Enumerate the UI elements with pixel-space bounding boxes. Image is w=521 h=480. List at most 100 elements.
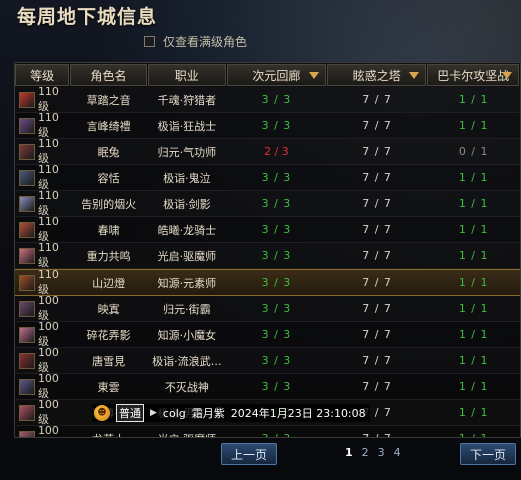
page-1-link[interactable]: 1	[345, 446, 353, 462]
dungeon-1-cell: 3 / 3	[226, 296, 327, 321]
dropdown-arrow-icon[interactable]	[309, 72, 320, 79]
header-dungeon-1[interactable]: 次元回廊	[226, 64, 327, 86]
dungeon-1-text: 3 / 3	[261, 223, 292, 236]
page-title: 每周地下城信息	[17, 6, 158, 28]
level-cell: 100级	[15, 320, 70, 348]
full-level-filter[interactable]: 仅查看满级角色	[144, 33, 247, 49]
dungeon-1-text: 3 / 3	[261, 119, 292, 132]
table-row[interactable]: 110级 眠兔 归元·气功师 2 / 3 7 / 7 0 / 1	[15, 137, 520, 165]
dungeon-3-text: 1 / 1	[458, 354, 489, 367]
dropdown-arrow-icon[interactable]	[409, 72, 420, 79]
table-row[interactable]: 100级 東雲 不灭战神 3 / 3 7 / 7 1 / 1	[15, 372, 520, 400]
dungeon-1-cell: 3 / 3	[226, 374, 327, 399]
dungeon-3-cell: 1 / 1	[427, 374, 520, 399]
table-row[interactable]: 110级 草踏之音 千魂·狩猎者 3 / 3 7 / 7 1 / 1	[15, 85, 520, 113]
dungeon-3-text: 1 / 1	[458, 249, 489, 262]
job-text: 知源·小魔女	[157, 328, 217, 342]
level-text: 100级	[37, 424, 59, 437]
job-text: 千魂·狩猎者	[157, 93, 217, 107]
character-name-cell: 言峰绮禮	[70, 113, 148, 138]
dungeon-1-cell: 3 / 3	[226, 426, 327, 437]
character-name-cell: 碎花弄影	[70, 322, 148, 347]
dungeon-2-text: 7 / 7	[362, 249, 392, 262]
dungeon-table: 等级 角色名 职业 次元回廊 眩惑之塔 巴卡尔攻坚战 110级 草踏之音 千魂·狩猎…	[14, 62, 521, 438]
level-text: 100级	[37, 346, 59, 374]
page-3-link[interactable]: 3	[378, 446, 385, 462]
character-name-text: 唐雪見	[92, 354, 126, 368]
character-name-text: 春啸	[97, 223, 120, 237]
dungeon-3-cell: 1 / 1	[427, 165, 520, 190]
level-text: 100级	[37, 320, 59, 348]
table-row[interactable]: 100级龙花大 光启·驱魔师 3 / 3 7 / 7 1 / 1	[15, 424, 520, 438]
level-cell: 110级	[15, 215, 70, 243]
dungeon-2-cell: 7 / 7	[327, 217, 428, 242]
job-text: 光启·驱魔师	[158, 431, 217, 438]
page-4-link[interactable]: 4	[394, 446, 401, 462]
prev-page-button[interactable]: 上一页	[221, 443, 277, 465]
level-cell: 100级	[15, 294, 70, 322]
job-text: 极诣·流浪武…	[152, 354, 222, 368]
dungeon-2-cell: 7 / 7	[327, 322, 428, 347]
dungeon-3-text: 1 / 1	[458, 93, 489, 106]
level-cell: 110级	[15, 163, 70, 191]
dungeon-2-text: 7 / 7	[362, 119, 392, 132]
job-cell: 极诣·狂战士	[147, 113, 226, 138]
table-row[interactable]: 100级 碎花弄影 知源·小魔女 3 / 3 7 / 7 1 / 1	[15, 320, 520, 348]
level-cell: 110级	[15, 111, 70, 139]
dungeon-2-text: 7 / 7	[362, 432, 392, 437]
dungeon-1-text: 3 / 3	[262, 432, 292, 437]
table-row[interactable]: 100级 唐雪見 极诣·流浪武… 3 / 3 7 / 7 1 / 1	[15, 346, 520, 374]
dungeon-2-text: 7 / 7	[362, 197, 392, 210]
table-row[interactable]: 110级 言峰绮禮 极诣·狂战士 3 / 3 7 / 7 1 / 1	[15, 111, 520, 139]
tooltip-site: colg	[162, 406, 186, 420]
character-avatar	[19, 247, 35, 264]
job-cell: 归元·气功师	[147, 139, 226, 164]
character-name-cell: 唐雪見	[70, 348, 148, 373]
job-text: 极诣·鬼泣	[163, 171, 211, 185]
dungeon-2-text: 7 / 7	[362, 328, 392, 341]
dungeon-1-cell: 3 / 3	[226, 113, 327, 138]
job-text: 光启·驱魔师	[157, 249, 217, 263]
level-cell: 110级	[15, 85, 70, 113]
dungeon-1-cell: 3 / 3	[226, 191, 327, 216]
dungeon-2-cell: 7 / 7	[327, 139, 428, 164]
page-numbers: 1 2 3 4	[345, 446, 401, 462]
job-cell: 极诣·流浪武…	[147, 348, 226, 373]
dungeon-2-text: 7 / 7	[362, 93, 392, 106]
page-2-link[interactable]: 2	[362, 446, 369, 462]
table-body: 110级 草踏之音 千魂·狩猎者 3 / 37 / 71 / 1 110级 言峰绮禮 极诣·…	[15, 85, 520, 438]
character-avatar	[19, 221, 35, 238]
tooltip-user: 霜月紫	[191, 407, 225, 420]
level-text: 110级	[37, 163, 59, 191]
dungeon-1-cell: 3 / 3	[226, 243, 327, 268]
character-avatar	[19, 430, 35, 437]
next-page-button[interactable]: 下一页	[460, 443, 516, 465]
dungeon-3-cell: 1 / 1	[427, 426, 520, 437]
dungeon-2-cell: 7 / 7	[327, 165, 428, 190]
dungeon-1-text: 3 / 3	[261, 93, 292, 106]
dungeon-3-text: 1 / 1	[458, 223, 489, 236]
dungeon-3-text: 0 / 1	[458, 145, 489, 158]
table-row[interactable]: 110级 容恬 极诣·鬼泣 3 / 3 7 / 7 1 / 1	[15, 163, 520, 191]
level-text: 110级	[37, 189, 59, 217]
dungeon-3-text: 1 / 1	[458, 119, 489, 132]
tooltip-timestamp: 2024年1月23日 23:10:08	[230, 407, 366, 420]
dungeon-2-cell: 7 / 7	[327, 348, 428, 373]
full-level-checkbox[interactable]	[144, 35, 155, 47]
table-row[interactable]: 100级 映寘 归元·街霸 3 / 3 7 / 7 1 / 1	[15, 294, 520, 322]
dungeon-3-cell: 1 / 1	[427, 348, 520, 373]
header-dungeon-3[interactable]: 巴卡尔攻坚战	[427, 64, 519, 86]
character-avatar	[19, 91, 35, 108]
dropdown-arrow-icon[interactable]	[502, 72, 512, 79]
dungeon-2-cell: 7 / 7	[327, 296, 428, 321]
table-row[interactable]: 110级 重力共鸣 光启·驱魔师 3 / 3 7 / 7 1 / 1	[15, 241, 520, 269]
dungeon-3-text: 1 / 1	[458, 380, 489, 393]
table-row[interactable]: 110级 春啸 皓曦·龙骑士 3 / 3 7 / 7 1 / 1	[15, 215, 520, 243]
table-row[interactable]: 110级 告别的烟火 极诣·剑影 3 / 3 7 / 7 1 / 1	[15, 189, 520, 217]
table-row[interactable]: 110级 山辺燈 知源·元素师 3 / 3 7 / 7 1 / 1	[15, 268, 520, 296]
header-dungeon-2[interactable]: 眩惑之塔	[327, 64, 427, 86]
character-name-text: 東雲	[97, 380, 120, 394]
job-cell: 千魂·狩猎者	[147, 87, 226, 112]
header-character-name: 角色名	[70, 64, 147, 86]
character-name-text: 碎花弄影	[86, 328, 131, 342]
